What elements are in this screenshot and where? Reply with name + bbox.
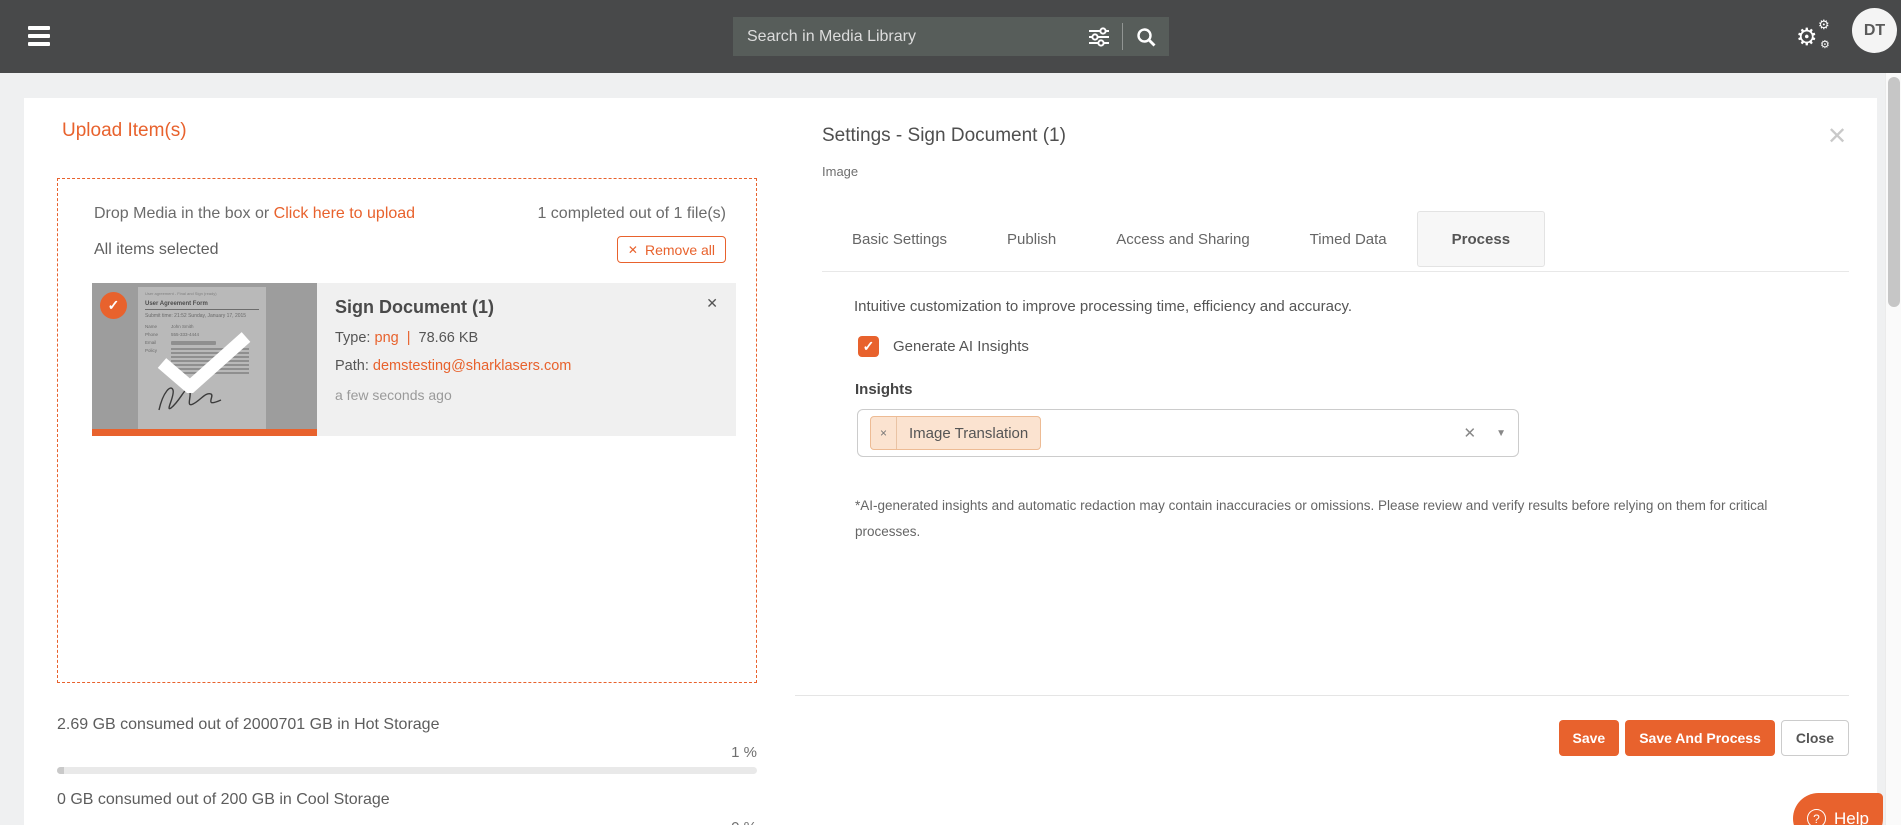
dropzone-prompt-text: Drop Media in the box or bbox=[94, 205, 274, 222]
item-path-line: Path: demstesting@sharklasers.com bbox=[335, 358, 718, 374]
insight-chip-image-translation: × Image Translation bbox=[870, 416, 1041, 450]
ai-disclaimer-text: *AI-generated insights and automatic red… bbox=[855, 493, 1795, 545]
hot-storage-percent: 1 % bbox=[57, 744, 757, 761]
process-description: Intuitive customization to improve proce… bbox=[854, 298, 1352, 315]
help-button[interactable]: ? Help bbox=[1793, 793, 1883, 825]
top-navigation-bar: ⚙ ⚙ ⚙ DT bbox=[0, 0, 1901, 73]
item-path-value[interactable]: demstesting@sharklasers.com bbox=[373, 358, 571, 374]
upload-settings-card: Upload Item(s) Drop Media in the box or … bbox=[24, 98, 1877, 825]
search-filter-icon[interactable] bbox=[1076, 17, 1122, 56]
select-dropdown-arrow-icon[interactable]: ▼ bbox=[1496, 428, 1506, 439]
item-close-icon[interactable]: ✕ bbox=[706, 295, 718, 312]
generate-ai-insights-checkbox[interactable]: ✓ bbox=[858, 336, 879, 357]
settings-media-type: Image bbox=[822, 164, 858, 179]
chip-label: Image Translation bbox=[897, 425, 1040, 442]
insights-multiselect[interactable]: × Image Translation ✕ ▼ bbox=[857, 409, 1519, 457]
selected-check-badge-icon[interactable]: ✓ bbox=[100, 292, 127, 319]
tab-basic-settings[interactable]: Basic Settings bbox=[822, 211, 977, 267]
search-icon[interactable] bbox=[1123, 17, 1169, 56]
storage-usage-section: 2.69 GB consumed out of 2000701 GB in Ho… bbox=[57, 716, 757, 825]
hamburger-menu-icon[interactable] bbox=[28, 26, 50, 46]
upload-success-check-icon bbox=[154, 331, 254, 393]
item-thumbnail: User agreement - Final and Sign (ready) … bbox=[92, 283, 317, 436]
doc-header-line: User agreement - Final and Sign (ready) bbox=[145, 291, 259, 296]
close-button[interactable]: Close bbox=[1781, 720, 1849, 756]
tab-access-and-sharing[interactable]: Access and Sharing bbox=[1086, 211, 1279, 267]
chip-remove-icon[interactable]: × bbox=[871, 417, 897, 449]
settings-gears-icon[interactable]: ⚙ ⚙ ⚙ bbox=[1796, 18, 1836, 56]
selection-status: All items selected bbox=[94, 241, 219, 259]
settings-panel-title: Settings - Sign Document (1) bbox=[822, 125, 1066, 147]
settings-tabs: Basic Settings Publish Access and Sharin… bbox=[822, 211, 1545, 267]
upload-progress-bar bbox=[92, 429, 317, 436]
media-library-search bbox=[733, 17, 1169, 56]
doc-meta: Submit time: 21:52 Sunday, January 17, 2… bbox=[145, 313, 259, 319]
user-avatar[interactable]: DT bbox=[1852, 8, 1897, 53]
tab-timed-data[interactable]: Timed Data bbox=[1280, 211, 1417, 267]
scrollbar-thumb[interactable] bbox=[1888, 77, 1900, 307]
media-dropzone[interactable]: Drop Media in the box or Click here to u… bbox=[57, 178, 757, 683]
hot-storage-label: 2.69 GB consumed out of 2000701 GB in Ho… bbox=[57, 716, 757, 734]
window-scrollbar[interactable] bbox=[1885, 73, 1901, 825]
cool-storage-percent: 0 % bbox=[57, 819, 757, 825]
footer-divider bbox=[795, 695, 1849, 696]
doc-title: User Agreement Form bbox=[145, 301, 259, 310]
remove-all-button[interactable]: ✕ Remove all bbox=[617, 236, 726, 263]
settings-close-icon[interactable]: ✕ bbox=[1827, 125, 1847, 149]
tabs-divider bbox=[822, 271, 1849, 272]
uploaded-item-row[interactable]: User agreement - Final and Sign (ready) … bbox=[92, 283, 736, 436]
item-timestamp: a few seconds ago bbox=[335, 387, 718, 403]
item-size: 78.66 KB bbox=[419, 330, 479, 346]
search-input[interactable] bbox=[733, 17, 1076, 56]
help-question-icon: ? bbox=[1807, 809, 1826, 825]
select-clear-icon[interactable]: ✕ bbox=[1464, 424, 1477, 442]
generate-ai-insights-label: Generate AI Insights bbox=[893, 338, 1029, 355]
tab-process[interactable]: Process bbox=[1417, 211, 1545, 267]
click-to-upload-link[interactable]: Click here to upload bbox=[274, 205, 415, 222]
tab-publish[interactable]: Publish bbox=[977, 211, 1086, 267]
page-background: Upload Item(s) Drop Media in the box or … bbox=[0, 73, 1885, 825]
footer-buttons: Save Save And Process Close bbox=[795, 720, 1849, 756]
generate-ai-insights-row[interactable]: ✓ Generate AI Insights bbox=[858, 336, 1029, 357]
item-type-value: png bbox=[375, 330, 399, 346]
save-button[interactable]: Save bbox=[1559, 720, 1620, 756]
cool-storage-label: 0 GB consumed out of 200 GB in Cool Stor… bbox=[57, 791, 757, 809]
help-label: Help bbox=[1834, 809, 1869, 825]
save-and-process-button[interactable]: Save And Process bbox=[1625, 720, 1775, 756]
dropzone-prompt: Drop Media in the box or Click here to u… bbox=[94, 205, 415, 223]
upload-panel-title: Upload Item(s) bbox=[62, 120, 187, 142]
remove-all-x-icon: ✕ bbox=[628, 243, 638, 257]
remove-all-label: Remove all bbox=[645, 242, 715, 258]
hot-storage-bar bbox=[57, 767, 757, 774]
item-details: Sign Document (1) ✕ Type: png | 78.66 KB… bbox=[317, 283, 736, 436]
insights-label: Insights bbox=[855, 381, 913, 398]
upload-completed-status: 1 completed out of 1 file(s) bbox=[537, 205, 726, 223]
item-name: Sign Document (1) bbox=[335, 297, 718, 318]
item-type-line: Type: png | 78.66 KB bbox=[335, 330, 718, 346]
